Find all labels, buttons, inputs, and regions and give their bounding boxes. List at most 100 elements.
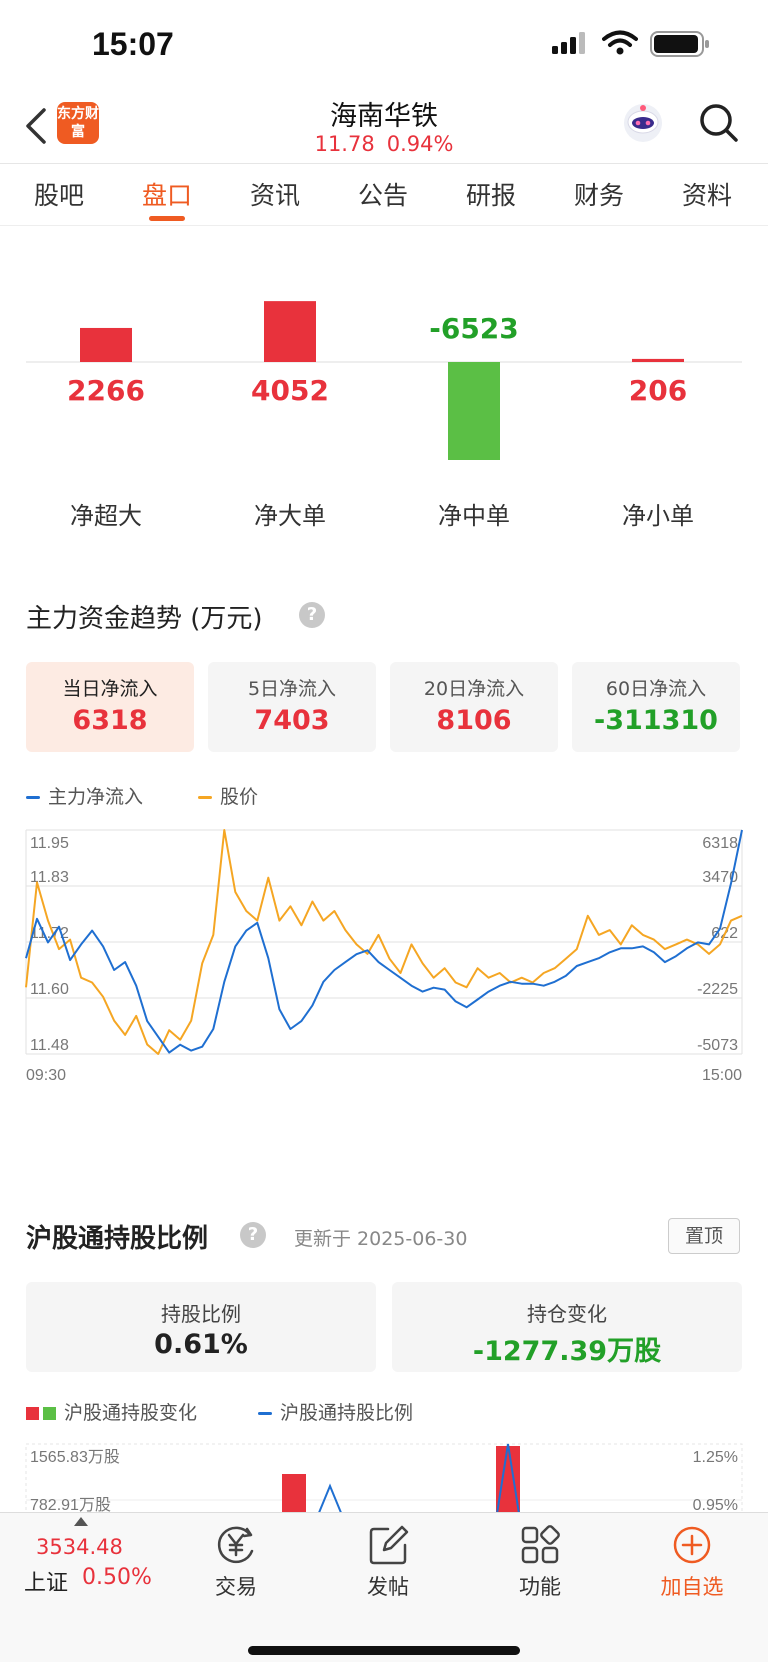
fund-trend-chart[interactable]: 11.95 631811.83 347011.72 62211.60 -222511.4… [0, 828, 768, 1148]
plus-circle-icon [673, 1526, 711, 1564]
hold-ratio-value: 0.61% [154, 1329, 248, 1360]
add-watchlist-button[interactable]: 加自选 [642, 1523, 742, 1601]
tab-research[interactable]: 研报 [451, 176, 531, 212]
period-card-today[interactable]: 当日净流入 6318 [26, 662, 194, 752]
flow-label-medium: 净中单 [438, 502, 510, 530]
period-label: 20日净流入 [423, 678, 525, 700]
hk-help-icon[interactable]: ? [240, 1222, 266, 1248]
hk-update-time: 更新于 2025-06-30 [294, 1228, 468, 1250]
index-name[interactable]: 上证 [24, 1565, 68, 1597]
tab-finance[interactable]: 财务 [559, 176, 639, 212]
period-card-5d[interactable]: 5日净流入 7403 [208, 662, 376, 752]
price-tick-label: 11.83 [30, 869, 69, 886]
hk-left-tick: 782.91万股 [30, 1496, 111, 1512]
functions-label: 功能 [519, 1575, 561, 1599]
tab-guba[interactable]: 股吧 [19, 176, 99, 212]
search-icon[interactable] [698, 102, 740, 144]
add-watchlist-label: 加自选 [660, 1575, 724, 1599]
ai-assistant-icon[interactable] [622, 102, 664, 144]
hk-change-bar [282, 1474, 306, 1512]
hk-chart-frame [25, 1443, 743, 1512]
price-tick-label: 11.95 [30, 835, 69, 852]
period-card-20d[interactable]: 20日净流入 8106 [390, 662, 558, 752]
period-value: 8106 [436, 705, 512, 736]
stock-change-pct: 0.94% [386, 132, 454, 156]
flow-tick-label: -2225 [697, 981, 738, 998]
edit-icon [369, 1525, 409, 1565]
trend-help-icon[interactable]: ? [299, 602, 325, 628]
tab-profile[interactable]: 资料 [667, 176, 747, 212]
flow-label-small: 净小单 [622, 502, 694, 530]
bottom-toolbar: 3534.48 上证 0.50% 交易 发帖 功能 加自选 [0, 1512, 768, 1662]
battery-icon [650, 31, 709, 57]
flow-bar [264, 301, 316, 362]
nav-header: 东方财富 海南华铁 11.78 0.94% [0, 90, 768, 164]
period-label: 当日净流入 [62, 678, 158, 700]
trade-label: 交易 [215, 1575, 257, 1599]
functions-button[interactable]: 功能 [490, 1523, 590, 1601]
hk-ratio-line [318, 1483, 342, 1512]
trend-legend-price: 股价 [198, 782, 258, 809]
price-tick-label: 11.48 [30, 1037, 69, 1054]
hk-right-tick: 1.25% [693, 1449, 738, 1466]
legend-down-swatch [43, 1407, 56, 1420]
status-bar: 15:07 [0, 0, 768, 90]
index-change[interactable]: 0.50% [82, 1565, 152, 1590]
cellular-signal-icon [552, 32, 585, 54]
flow-label-large: 净大单 [254, 502, 326, 530]
status-time: 15:07 [92, 26, 174, 62]
period-label: 5日净流入 [247, 678, 337, 700]
hk-holding-chart[interactable]: 1565.83万股 782.91万股 1.25% 0.95% [0, 1440, 768, 1512]
period-value: -311310 [594, 705, 718, 736]
yen-circle-icon [217, 1526, 254, 1564]
tab-announcements[interactable]: 公告 [343, 176, 423, 212]
trend-legend-flow: 主力净流入 [26, 782, 143, 809]
hk-section-title: 沪股通持股比例 [26, 1224, 209, 1254]
hk-left-tick: 1565.83万股 [30, 1448, 120, 1466]
hold-change-card: 持仓变化 -1277.39万股 [392, 1282, 742, 1372]
flow-bar [448, 362, 500, 460]
flow-bar [80, 327, 132, 362]
order-flow-bars-svg [26, 301, 742, 460]
hk-right-tick: 0.95% [693, 1497, 738, 1512]
flow-tick-label: 6318 [702, 835, 738, 852]
flow-tick-label: -5073 [697, 1037, 738, 1054]
flow-bar [632, 358, 684, 362]
legend-hk-change-label: 沪股通持股变化 [64, 1402, 198, 1424]
hold-change-label: 持仓变化 [527, 1302, 607, 1326]
trade-button[interactable]: 交易 [186, 1523, 286, 1601]
tab-news[interactable]: 资讯 [235, 176, 315, 212]
hold-ratio-label: 持股比例 [161, 1302, 241, 1326]
index-value[interactable]: 3534.48 [36, 1535, 123, 1559]
legend-line-swatch [198, 796, 212, 799]
legend-line-swatch [26, 796, 40, 799]
grid-icon [521, 1525, 560, 1564]
hold-ratio-card: 持股比例 0.61% [26, 1282, 376, 1372]
period-card-60d[interactable]: 60日净流入 -311310 [572, 662, 740, 752]
legend-flow-label: 主力净流入 [48, 786, 144, 808]
period-value: 7403 [254, 705, 330, 736]
legend-up-swatch [26, 1407, 39, 1420]
tab-bar: 股吧 盘口 资讯 公告 研报 财务 资料 [0, 166, 768, 226]
hold-change-value: -1277.39万股 [472, 1336, 662, 1367]
flow-value-large: 4052 [251, 374, 329, 407]
hk-legend-ratio: 沪股通持股比例 [258, 1398, 413, 1425]
flow-value-medium: -6523 [429, 312, 519, 345]
x-start-label: 09:30 [26, 1067, 66, 1084]
wifi-icon [602, 30, 638, 55]
flow-value-small: 206 [628, 374, 688, 407]
pin-to-top-button[interactable]: 置顶 [668, 1218, 740, 1254]
order-flow-chart: 2266 4052 -6523 206 净超大 净大单 净中单 净小单 [26, 260, 742, 540]
period-label: 60日净流入 [605, 678, 707, 700]
x-end-label: 15:00 [702, 1067, 742, 1084]
legend-line-swatch [258, 1412, 272, 1415]
post-label: 发帖 [367, 1575, 409, 1599]
tab-pankou[interactable]: 盘口 [127, 176, 207, 212]
post-button[interactable]: 发帖 [338, 1523, 438, 1601]
stock-price: 11.78 [314, 132, 375, 156]
flow-value-super-large: 2266 [67, 374, 145, 407]
trend-section-title: 主力资金趋势 (万元) [26, 604, 263, 634]
price-tick-label: 11.60 [30, 981, 69, 998]
flow-label-super-large: 净超大 [70, 502, 142, 530]
hk-legend-change: 沪股通持股变化 [26, 1398, 197, 1425]
